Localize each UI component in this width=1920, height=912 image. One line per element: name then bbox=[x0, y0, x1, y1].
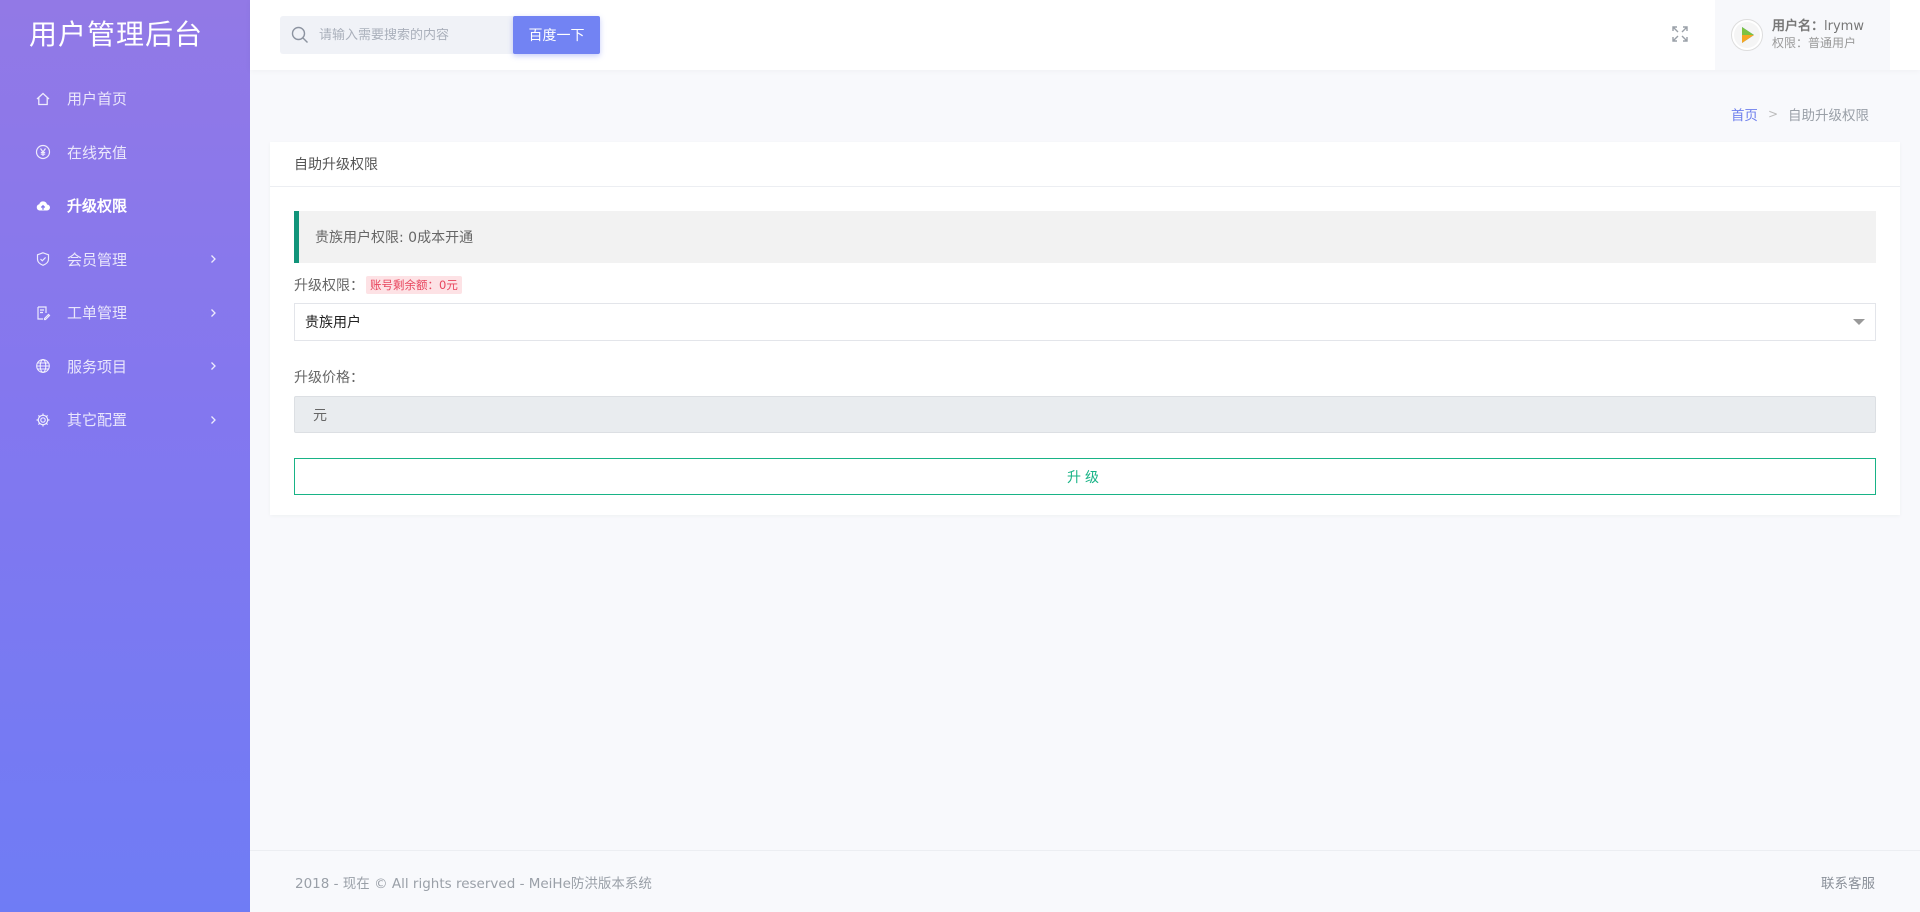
sidebar-item-label: 会员管理 bbox=[67, 250, 128, 269]
permission-select[interactable]: 贵族用户 bbox=[294, 303, 1876, 341]
cloud-upload-icon bbox=[34, 197, 52, 215]
card-title: 自助升级权限 bbox=[270, 142, 1900, 187]
sidebar-item-label: 服务项目 bbox=[67, 357, 128, 376]
sidebar-item-user-home[interactable]: 用户首页 bbox=[0, 72, 250, 126]
permission-select-value: 贵族用户 bbox=[305, 315, 361, 331]
sidebar-item-other-config[interactable]: 其它配置 bbox=[0, 393, 250, 447]
chevron-right-icon bbox=[211, 415, 216, 424]
sidebar-nav: 用户首页 在线充值 升级权限 会员管理 工单管理 服务项目 其它配置 bbox=[0, 72, 250, 447]
search-bar: 百度一下 bbox=[280, 16, 600, 54]
sidebar-item-label: 用户首页 bbox=[67, 90, 128, 109]
price-field: 元 bbox=[294, 396, 1876, 433]
footer-copyright: 2018 - 现在 © All rights reserved - MeiHe防… bbox=[295, 875, 652, 892]
breadcrumb-separator: > bbox=[1767, 107, 1778, 121]
gear-icon bbox=[34, 411, 52, 429]
sidebar-item-label: 工单管理 bbox=[67, 304, 128, 323]
sidebar-item-label: 在线充值 bbox=[67, 143, 128, 162]
play-logo-icon bbox=[1734, 22, 1760, 48]
breadcrumb-home-link[interactable]: 首页 bbox=[1731, 104, 1758, 124]
upgrade-button[interactable]: 升级 bbox=[294, 458, 1876, 495]
top-header: 百度一下 用户名：lrymw 权限：普通用户 bbox=[250, 0, 1920, 70]
user-name: 用户名：lrymw bbox=[1772, 19, 1864, 35]
card-body: 贵族用户权限: 0成本开通 升级权限： 账号剩余额：0元 贵族用户 升级价格： … bbox=[270, 211, 1900, 495]
ticket-icon bbox=[34, 304, 52, 322]
sidebar-item-tickets[interactable]: 工单管理 bbox=[0, 286, 250, 340]
balance-badge: 账号剩余额：0元 bbox=[366, 276, 462, 294]
sidebar-item-services[interactable]: 服务项目 bbox=[0, 340, 250, 394]
upgrade-label-text: 升级权限： bbox=[294, 278, 364, 294]
footer: 2018 - 现在 © All rights reserved - MeiHe防… bbox=[250, 850, 1920, 912]
yen-icon bbox=[34, 143, 52, 161]
contact-support-link[interactable]: 联系客服 bbox=[1821, 872, 1875, 892]
user-role-label: 权限： bbox=[1772, 36, 1809, 50]
shield-icon bbox=[34, 250, 52, 268]
caret-down-icon bbox=[1853, 319, 1865, 325]
sidebar-item-members[interactable]: 会员管理 bbox=[0, 233, 250, 287]
user-name-value: lrymw bbox=[1824, 19, 1864, 34]
sidebar-item-label: 其它配置 bbox=[67, 411, 128, 430]
sidebar: 用户管理后台 用户首页 在线充值 升级权限 会员管理 工单管理 服务项目 其它配… bbox=[0, 0, 250, 912]
price-label: 升级价格： bbox=[294, 370, 364, 386]
search-icon bbox=[291, 26, 308, 43]
fullscreen-icon[interactable] bbox=[1670, 24, 1690, 44]
sidebar-item-upgrade[interactable]: 升级权限 bbox=[0, 179, 250, 233]
user-role: 权限：普通用户 bbox=[1772, 35, 1864, 51]
search-button[interactable]: 百度一下 bbox=[513, 16, 600, 54]
globe-icon bbox=[34, 357, 52, 375]
search-input[interactable] bbox=[319, 27, 509, 43]
brand-title: 用户管理后台 bbox=[29, 18, 204, 51]
upgrade-card: 自助升级权限 贵族用户权限: 0成本开通 升级权限： 账号剩余额：0元 贵族用户… bbox=[270, 142, 1900, 515]
sidebar-item-label: 升级权限 bbox=[67, 197, 128, 216]
price-field-value: 元 bbox=[313, 407, 327, 424]
breadcrumb-current: 自助升级权限 bbox=[1788, 108, 1869, 124]
user-info: 用户名：lrymw 权限：普通用户 bbox=[1772, 19, 1864, 51]
chevron-right-icon bbox=[211, 255, 216, 264]
sidebar-item-recharge[interactable]: 在线充值 bbox=[0, 126, 250, 180]
breadcrumb: 首页 > 自助升级权限 bbox=[1731, 104, 1869, 124]
user-menu[interactable]: 用户名：lrymw 权限：普通用户 bbox=[1715, 0, 1890, 70]
user-role-value: 普通用户 bbox=[1808, 36, 1857, 50]
user-name-label: 用户名： bbox=[1772, 19, 1825, 34]
chevron-right-icon bbox=[211, 362, 216, 371]
avatar bbox=[1731, 19, 1763, 51]
info-callout: 贵族用户权限: 0成本开通 bbox=[294, 211, 1876, 263]
upgrade-permission-label: 升级权限： 账号剩余额：0元 bbox=[294, 275, 1876, 295]
chevron-right-icon bbox=[211, 308, 216, 317]
home-icon bbox=[34, 90, 52, 108]
